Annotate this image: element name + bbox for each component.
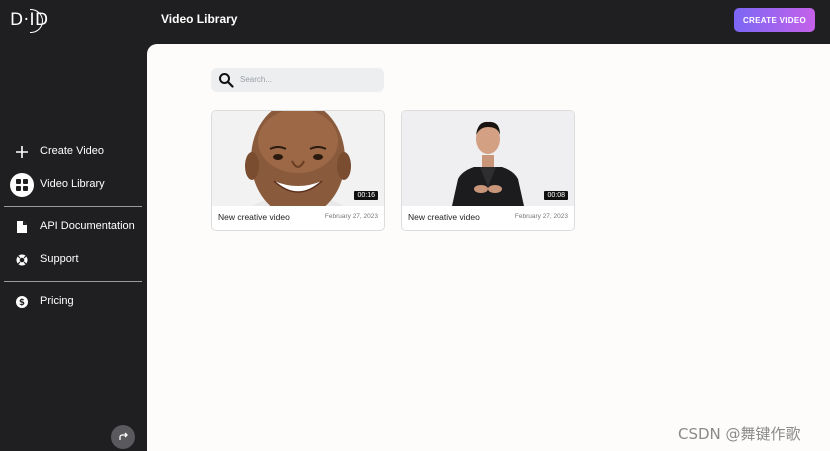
sidebar-item-support[interactable]: Support [0, 247, 147, 273]
video-date: February 27, 2023 [324, 213, 378, 220]
duration-badge: 00:08 [544, 191, 568, 200]
video-thumbnail[interactable]: 00:16 [212, 111, 384, 206]
video-date: February 27, 2023 [514, 213, 568, 220]
video-card[interactable]: 00:16 New creative video February 27, 20… [211, 110, 385, 231]
svg-text:$: $ [19, 298, 25, 308]
plus-icon [13, 143, 31, 161]
main-content: Search... 00:16 New creative video Febru… [147, 44, 830, 451]
dollar-icon: $ [13, 293, 31, 311]
sidebar-divider [4, 281, 142, 282]
sidebar: Create Video Video Library API Documenta… [0, 44, 147, 451]
document-icon [13, 218, 31, 236]
sidebar-item-label: Create Video [40, 145, 105, 157]
swap-arrow-icon [119, 432, 128, 440]
sidebar-item-label: Pricing [40, 295, 74, 307]
sidebar-item-label: Support [40, 253, 79, 265]
d-id-logo[interactable]: D·ID [10, 9, 48, 33]
video-card[interactable]: 00:08 New creative video February 27, 20… [401, 110, 575, 231]
video-title: New creative video [408, 212, 480, 222]
sidebar-item-pricing[interactable]: $ Pricing [0, 289, 147, 315]
create-video-button[interactable]: CREATE VIDEO [734, 8, 815, 32]
sidebar-item-api-documentation[interactable]: API Documentation [0, 214, 147, 240]
grid-icon [10, 173, 34, 197]
search-bar[interactable]: Search... [211, 68, 384, 92]
duration-badge: 00:16 [354, 191, 378, 200]
top-bar: D·ID Video Library CREATE VIDEO [0, 0, 830, 44]
sidebar-item-create-video[interactable]: Create Video [0, 139, 147, 165]
page-title: Video Library [161, 12, 238, 26]
lifebuoy-icon [13, 251, 31, 269]
sidebar-item-label: API Documentation [40, 220, 135, 232]
search-input[interactable]: Search... [240, 75, 272, 84]
sidebar-item-video-library[interactable]: Video Library [0, 172, 147, 198]
sidebar-item-label: Video Library [40, 178, 105, 190]
video-thumbnail[interactable]: 00:08 [402, 111, 574, 206]
collapse-sidebar-button[interactable] [111, 425, 135, 449]
watermark-text: CSDN @舞键作歌 [678, 425, 801, 443]
video-title: New creative video [218, 212, 290, 222]
sidebar-divider [4, 206, 142, 207]
search-icon [218, 72, 234, 88]
